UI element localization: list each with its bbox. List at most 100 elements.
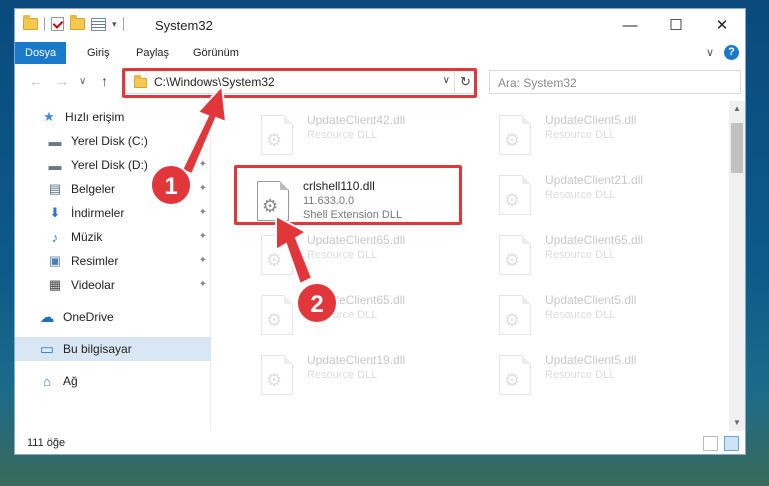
status-bar: 111 öğe [15,433,745,455]
dll-file-icon [499,235,531,275]
vertical-scrollbar[interactable]: ▲ ▼ [729,101,745,431]
scroll-down-icon[interactable]: ▼ [729,415,745,431]
pin-icon[interactable]: ✦ [199,135,207,146]
file-name: UpdateClient65.dll [545,233,644,247]
file-type: Resource DLL [545,189,616,201]
window-controls: — ☐ ✕ [607,9,745,41]
sidebar-item-label: Müzik [71,230,103,244]
pin-icon[interactable]: ✦ [199,159,207,170]
pin-icon[interactable]: ✦ [199,207,207,218]
file-type: Resource DLL [307,249,378,261]
expand-ribbon-icon[interactable]: ∨ [706,46,714,59]
help-icon[interactable]: ? [724,45,739,60]
sidebar-item-onedrive[interactable]: ☁ OneDrive [15,305,211,329]
window-title: System32 [155,18,213,33]
sidebar-item-label: Belgeler [71,182,116,196]
address-bar-highlight [122,68,477,98]
file-type: Resource DLL [545,309,616,321]
tab-home[interactable]: Giriş [77,42,120,64]
music-icon: ♪ [51,229,59,245]
properties-check-icon[interactable] [51,17,64,31]
ribbon-tabs: Dosya Giriş Paylaş Görünüm ∨ ? [15,41,745,64]
dll-file-icon [261,295,293,335]
step-badge-2: 2 [296,282,338,324]
file-tile[interactable]: UpdateClient5.dll Resource DLL [477,285,677,341]
scroll-up-icon[interactable]: ▲ [729,101,745,117]
network-icon: ⌂ [43,373,51,389]
new-folder-icon[interactable] [70,15,85,30]
sidebar-item-network[interactable]: ⌂ Ağ [15,369,211,393]
sidebar-item-quick-access[interactable]: ★ Hızlı erişim [15,105,211,129]
videos-icon: ▦ [48,277,62,292]
forward-button[interactable]: → [55,73,69,89]
back-button[interactable]: ← [29,73,43,89]
star-icon: ★ [43,109,55,124]
sidebar-item-label: Resimler [71,254,119,268]
search-input[interactable]: Ara: System32 [489,70,741,94]
pin-icon[interactable]: ✦ [199,231,207,242]
file-tile[interactable]: UpdateClient65.dll Resource DLL [477,225,677,281]
tab-view[interactable]: Görünüm [183,42,249,64]
quick-access-toolbar: ▾ [23,15,124,31]
sidebar-item-local-disk-c[interactable]: ▬ Yerel Disk (C:) ✦ [15,129,211,153]
file-name: UpdateClient5.dll [545,293,637,307]
dll-file-icon [261,115,293,155]
pin-icon[interactable]: ✦ [199,255,207,266]
up-button[interactable]: ↑ [101,73,108,89]
sidebar-item-this-pc[interactable]: ▭ Bu bilgisayar [15,337,211,361]
file-name: UpdateClient42.dll [307,113,406,127]
file-type: Resource DLL [307,129,378,141]
tab-share[interactable]: Paylaş [126,42,179,64]
sidebar-item-videos[interactable]: ▦ Videolar ✦ [15,273,211,297]
documents-icon: ▤ [48,181,62,196]
sidebar-item-music[interactable]: ♪ Müzik ✦ [15,225,211,249]
item-count: 111 öğe [27,437,66,449]
file-tile[interactable]: UpdateClient5.dll Resource DLL [477,105,677,161]
dll-file-icon [499,295,531,335]
sidebar-item-label: Bu bilgisayar [63,342,132,356]
separator [44,17,45,31]
search-placeholder: Ara: System32 [498,76,577,90]
dll-file-icon [261,355,293,395]
file-tile[interactable]: UpdateClient42.dll Resource DLL [239,105,439,161]
pin-icon[interactable]: ✦ [199,183,207,194]
folder-icon [23,15,38,30]
recent-locations-button[interactable]: ∨ [79,76,86,87]
maximize-button[interactable]: ☐ [653,9,699,41]
pin-icon[interactable]: ✦ [199,279,207,290]
computer-icon: ▭ [39,341,55,358]
sidebar-item-pictures[interactable]: ▣ Resimler ✦ [15,249,211,273]
file-list: UpdateClient42.dll Resource DLL UpdateCl… [215,101,727,431]
close-button[interactable]: ✕ [699,9,745,41]
step-badge-1: 1 [150,164,192,206]
customize-icon[interactable] [91,17,106,31]
sidebar-item-label: Yerel Disk (C:) [71,134,148,148]
file-tile[interactable]: UpdateClient21.dll Resource DLL [477,165,677,221]
file-tile[interactable]: UpdateClient5.dll Resource DLL [477,345,677,401]
file-tile[interactable]: UpdateClient65.dll Resource DLL [239,285,439,341]
minimize-button[interactable]: — [607,9,653,41]
details-view-icon[interactable] [703,436,718,451]
file-type: Resource DLL [545,129,616,141]
sidebar-item-label: Yerel Disk (D:) [71,158,148,172]
file-type: Resource DLL [545,249,616,261]
dll-file-icon [499,355,531,395]
sidebar-item-label: Hızlı erişim [65,110,125,124]
file-name: UpdateClient5.dll [545,113,637,127]
drive-icon: ▬ [48,133,62,149]
tiles-view-icon[interactable] [724,436,739,451]
file-name: UpdateClient65.dll [307,233,406,247]
file-tile[interactable]: UpdateClient19.dll Resource DLL [239,345,439,401]
file-highlight [234,165,462,225]
tab-file[interactable]: Dosya [15,42,67,64]
sidebar-item-label: İndirmeler [71,206,125,220]
sidebar-item-downloads[interactable]: ⬇ İndirmeler ✦ [15,201,211,225]
view-toggle [703,436,739,451]
pictures-icon: ▣ [48,253,62,268]
drive-icon: ▬ [48,157,62,173]
separator [122,17,124,31]
scrollbar-thumb[interactable] [731,123,743,173]
title-bar: ▾ System32 — ☐ ✕ [15,9,745,41]
file-tile[interactable]: UpdateClient65.dll Resource DLL [239,225,439,281]
qat-dropdown-icon[interactable]: ▾ [112,19,117,30]
